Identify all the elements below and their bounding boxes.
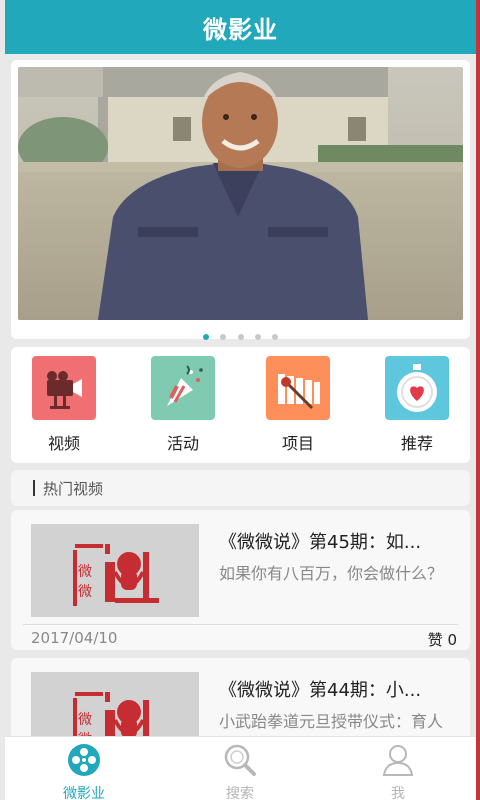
- category-video[interactable]: 视频: [31, 356, 97, 454]
- category-grid: 视频 活动 项目 推荐: [11, 347, 470, 463]
- video-camera-icon: [32, 356, 96, 420]
- category-label: 推荐: [400, 434, 433, 453]
- app-title: 微影业: [203, 15, 278, 44]
- carousel-dot[interactable]: [254, 334, 261, 340]
- carousel-dot[interactable]: [203, 334, 210, 340]
- like-count[interactable]: 赞 0: [428, 629, 457, 650]
- svg-text:微: 微: [78, 584, 92, 600]
- banner-carousel[interactable]: [11, 60, 470, 340]
- film-reel-icon: [68, 744, 100, 776]
- category-project[interactable]: 项目: [265, 356, 331, 454]
- carousel-dots: [11, 325, 470, 340]
- search-icon: [224, 744, 256, 776]
- app-screen: 微影业 视频 活动 项目 推荐 热门视频 微 微 《微微说》第45期：如... …: [0, 0, 476, 800]
- section-marker: [33, 480, 35, 496]
- section-header-hot-videos: 热门视频: [11, 470, 470, 506]
- stopwatch-heart-icon: [385, 356, 449, 420]
- screen-edge: [476, 0, 480, 800]
- bottom-tab-bar: 微影业 搜索 我: [5, 736, 476, 800]
- video-thumbnail[interactable]: 微 微: [31, 524, 199, 617]
- user-icon: [382, 745, 414, 776]
- video-card[interactable]: 微 微 《微微说》第45期：如... 如果你有八百万，你会做什么？ 2017/0…: [11, 510, 470, 650]
- tab-search[interactable]: 搜索: [180, 737, 300, 800]
- video-description: 如果你有八百万，你会做什么？: [219, 564, 444, 583]
- video-title: 《微微说》第45期：如...: [219, 532, 422, 553]
- banner-image[interactable]: [18, 67, 463, 320]
- tab-label: 搜索: [226, 786, 254, 800]
- category-label: 活动: [166, 434, 199, 453]
- app-header: 微影业: [5, 0, 476, 54]
- tab-home[interactable]: 微影业: [24, 737, 144, 800]
- carousel-dot[interactable]: [220, 334, 227, 340]
- svg-text:微: 微: [78, 712, 92, 728]
- xylophone-icon: [266, 356, 330, 420]
- carousel-dot[interactable]: [237, 334, 244, 340]
- tab-label: 微影业: [63, 786, 105, 800]
- party-popper-icon: [151, 356, 215, 420]
- section-title: 热门视频: [43, 479, 104, 498]
- tab-me[interactable]: 我: [338, 737, 458, 800]
- tab-label: 我: [391, 786, 405, 800]
- svg-text:微: 微: [78, 564, 92, 580]
- category-label: 视频: [47, 434, 80, 453]
- category-label: 项目: [281, 434, 314, 453]
- video-title: 《微微说》第44期：小...: [219, 680, 422, 701]
- category-activity[interactable]: 活动: [150, 356, 216, 454]
- divider: [23, 624, 458, 625]
- category-recommend[interactable]: 推荐: [384, 356, 450, 454]
- weiweishuo-logo-icon: 微 微: [31, 524, 199, 617]
- carousel-dot[interactable]: [271, 334, 278, 340]
- video-date: 2017/04/10: [31, 629, 118, 647]
